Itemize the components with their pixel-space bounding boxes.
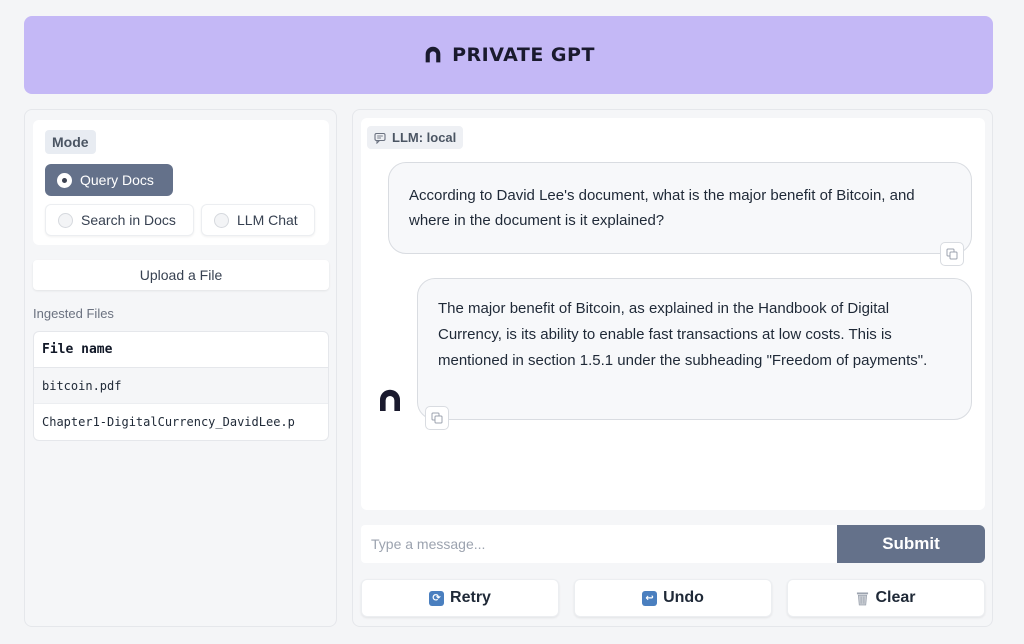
- radio-dot-icon: [214, 212, 229, 228]
- app-header: PRIVATE GPT: [24, 16, 993, 94]
- mode-query-docs-radio[interactable]: Query Docs: [45, 164, 173, 196]
- undo-icon: ↩: [642, 590, 658, 606]
- mode-option-label: LLM Chat: [237, 212, 298, 228]
- mode-option-label: Search in Docs: [81, 212, 176, 228]
- message-input[interactable]: [361, 525, 837, 563]
- copy-assistant-message-button[interactable]: [425, 406, 449, 430]
- llm-badge-label: LLM: local: [392, 130, 457, 145]
- message-text: According to David Lee's document, what …: [409, 187, 915, 229]
- retry-icon: ⟳: [429, 590, 445, 606]
- retry-label: Retry: [450, 589, 491, 606]
- table-row[interactable]: bitcoin.pdf: [34, 368, 328, 404]
- undo-label: Undo: [663, 589, 704, 606]
- table-row[interactable]: Chapter1-DigitalCurrency_DavidLee.p: [34, 404, 328, 440]
- user-message-bubble: According to David Lee's document, what …: [388, 162, 972, 254]
- ingested-files-table: File name bitcoin.pdf Chapter1-DigitalCu…: [33, 331, 329, 441]
- chat-bubble-icon: [374, 132, 386, 144]
- privategpt-logo-icon: [425, 46, 441, 63]
- chat-panel: LLM: local According to David Lee's docu…: [352, 109, 993, 627]
- bot-avatar-icon: [380, 389, 400, 411]
- copy-user-message-button[interactable]: [940, 242, 964, 266]
- mode-selector: Mode Query Docs Search in Docs LLM Chat: [33, 120, 329, 245]
- trash-icon: [857, 591, 869, 605]
- ingested-files-label: Ingested Files: [33, 306, 114, 321]
- undo-button[interactable]: ↩ Undo: [574, 579, 772, 617]
- table-header[interactable]: File name: [34, 332, 328, 368]
- message-text: The major benefit of Bitcoin, as explain…: [438, 300, 928, 369]
- clear-button[interactable]: Clear: [787, 579, 985, 617]
- sidebar: Mode Query Docs Search in Docs LLM Chat …: [24, 109, 337, 627]
- mode-label: Mode: [45, 130, 96, 154]
- chat-history: LLM: local According to David Lee's docu…: [361, 118, 985, 510]
- radio-dot-icon: [57, 172, 72, 188]
- assistant-message-bubble: The major benefit of Bitcoin, as explain…: [417, 278, 972, 420]
- app-title: PRIVATE GPT: [452, 44, 595, 66]
- upload-file-button[interactable]: Upload a File: [33, 260, 329, 290]
- llm-badge: LLM: local: [367, 126, 464, 149]
- clear-label: Clear: [875, 589, 916, 606]
- mode-search-in-docs-radio[interactable]: Search in Docs: [45, 204, 194, 236]
- mode-option-label: Query Docs: [80, 172, 154, 188]
- radio-dot-icon: [58, 212, 73, 228]
- copy-icon: [431, 412, 443, 424]
- submit-button[interactable]: Submit: [837, 525, 985, 563]
- mode-llm-chat-radio[interactable]: LLM Chat: [201, 204, 315, 236]
- retry-button[interactable]: ⟳ Retry: [361, 579, 559, 617]
- copy-icon: [946, 248, 958, 260]
